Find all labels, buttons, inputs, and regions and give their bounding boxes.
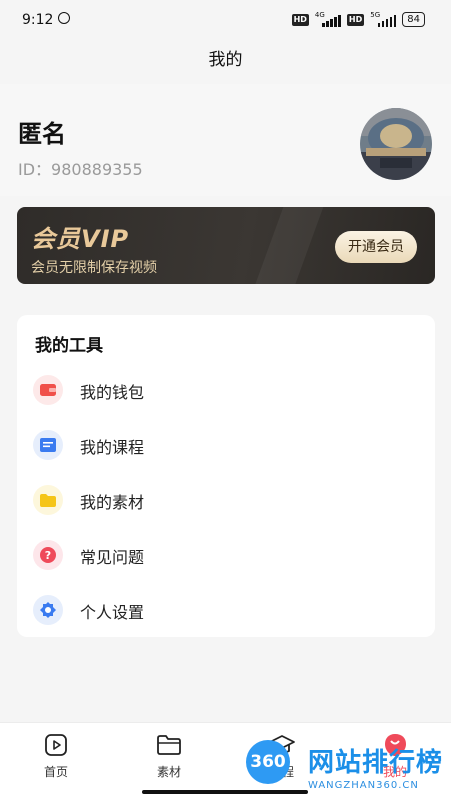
tab-home[interactable]: 首页 (26, 731, 86, 780)
status-indicators: HD 4G HD 5G 84 (291, 11, 425, 27)
open-vip-button[interactable]: 开通会员 (335, 231, 417, 263)
tab-material[interactable]: 素材 (139, 731, 199, 780)
tool-label: 我的课程 (80, 438, 145, 457)
tool-label: 我的素材 (80, 493, 145, 512)
home-indicator (142, 790, 308, 794)
tab-label: 素材 (156, 765, 181, 779)
vip-card[interactable]: 会员VIP 会员无限制保存视频 开通会员 (17, 207, 435, 284)
tool-item-faq[interactable]: ? 常见问题 (17, 530, 435, 580)
vip-title: 会员VIP (31, 225, 130, 253)
watermark-logo: 360 (246, 740, 290, 784)
tool-item-settings[interactable]: 个人设置 (17, 585, 435, 635)
tab-label: 首页 (43, 765, 68, 779)
folder-icon (139, 731, 199, 759)
user-name: 匿名 (18, 120, 66, 148)
tool-item-course[interactable]: 我的课程 (17, 420, 435, 470)
tool-label: 个人设置 (80, 603, 145, 622)
play-icon (26, 731, 86, 759)
alarm-icon (58, 12, 70, 24)
watermark-url: WANGZHAN360.CN (308, 780, 419, 791)
signal-icon: 5G (370, 11, 397, 27)
tool-item-wallet[interactable]: 我的钱包 (17, 365, 435, 415)
tools-title: 我的工具 (35, 336, 103, 356)
my-tools-card: 我的工具 我的钱包 我的课程 我的素材 ? 常见问题 个人设置 (17, 315, 435, 637)
course-icon (33, 430, 63, 460)
status-time: 9:12 (22, 12, 54, 28)
hd-badge: HD (291, 13, 309, 26)
watermark-text: 网站排行榜 (308, 748, 444, 778)
folder-icon (33, 485, 63, 515)
battery-icon: 84 (402, 12, 425, 27)
status-bar: 9:12 HD 4G HD 5G 84 (0, 0, 451, 40)
svg-text:?: ? (45, 549, 51, 562)
hd-badge: HD (346, 13, 365, 26)
settings-icon (33, 595, 63, 625)
question-icon: ? (33, 540, 63, 570)
user-id: ID：980889355 (18, 160, 143, 179)
signal-icon: 4G (315, 11, 341, 27)
tool-item-material[interactable]: 我的素材 (17, 475, 435, 525)
avatar[interactable] (360, 108, 432, 180)
vip-subtitle: 会员无限制保存视频 (31, 260, 157, 276)
tool-label: 我的钱包 (80, 383, 145, 402)
tool-label: 常见问题 (80, 548, 145, 567)
page-title: 我的 (208, 50, 243, 70)
profile-section: 匿名 ID：980889355 (0, 84, 451, 196)
wallet-icon (33, 375, 63, 405)
